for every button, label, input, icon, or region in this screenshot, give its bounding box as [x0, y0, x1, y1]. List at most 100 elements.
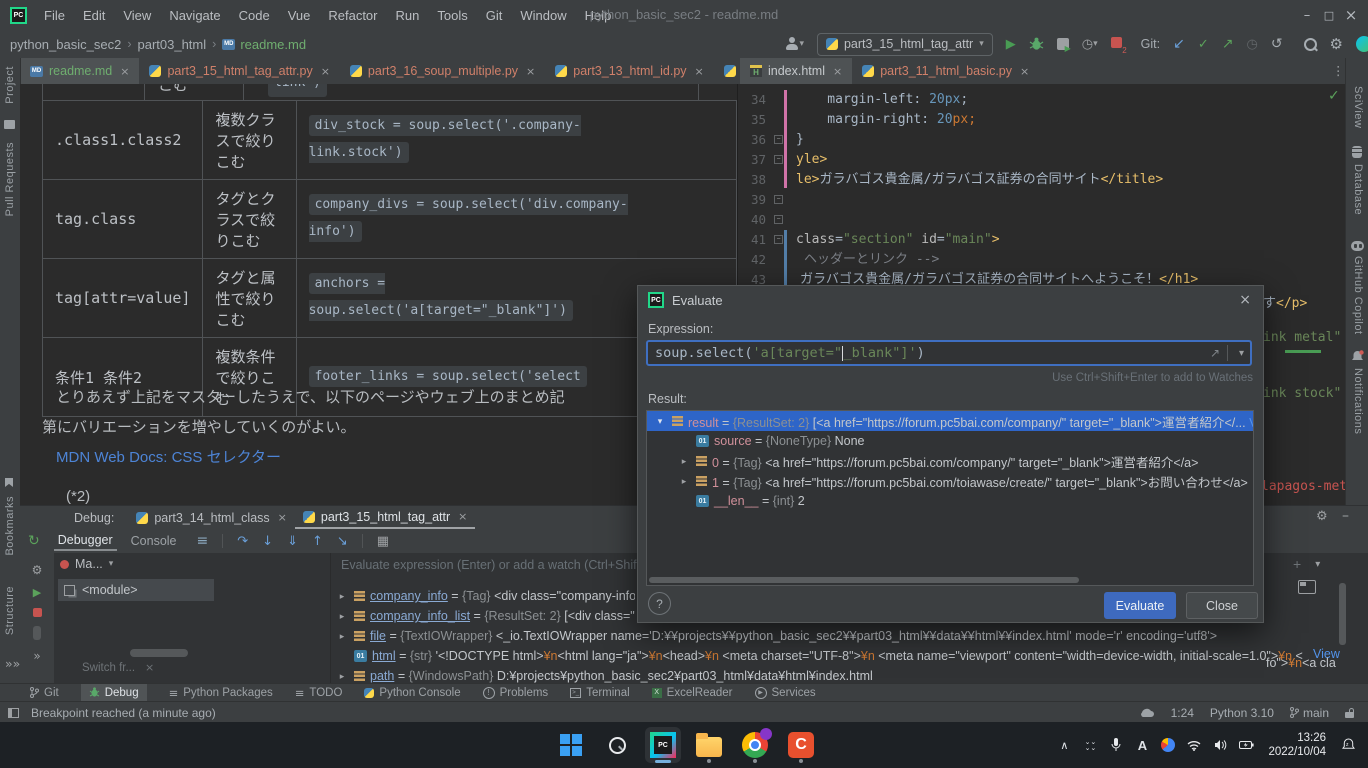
tab-part3-16[interactable]: part3_16_soup_multiple.py: [340, 58, 545, 84]
panel-hide-icon[interactable]: [1342, 508, 1349, 524]
result-row[interactable]: 01 __len__ = {int} 2: [647, 491, 1253, 511]
close-icon[interactable]: [145, 661, 154, 674]
evaluate-expression-icon[interactable]: [377, 534, 389, 549]
breadcrumb-file[interactable]: readme.md: [240, 37, 306, 52]
search-icon[interactable]: [1304, 38, 1317, 51]
bookmark-flag-icon[interactable]: [5, 478, 13, 487]
battery-icon[interactable]: [1234, 730, 1258, 760]
expand-icon[interactable]: ▸: [335, 611, 349, 622]
tab-part3-13[interactable]: part3_13_html_id.py: [545, 58, 714, 84]
run-to-cursor-icon[interactable]: [337, 534, 348, 549]
git-push-icon[interactable]: [1222, 36, 1234, 52]
gear-icon[interactable]: [1330, 35, 1343, 53]
fold-icon[interactable]: −: [774, 235, 783, 244]
git-commit-icon[interactable]: [1198, 37, 1209, 52]
close-icon[interactable]: [321, 65, 330, 78]
fold-icon[interactable]: −: [774, 195, 783, 204]
close-icon[interactable]: [458, 510, 467, 523]
run-config-selector[interactable]: part3_15_html_tag_attr: [817, 33, 993, 56]
close-icon[interactable]: [1239, 292, 1251, 308]
taskbar-clipstudio[interactable]: C: [782, 726, 820, 764]
evaluate-button[interactable]: Evaluate: [1104, 592, 1176, 619]
step-over-icon[interactable]: [237, 534, 248, 549]
expand-icon[interactable]: ▸: [335, 591, 349, 602]
menu-item[interactable]: Help: [576, 8, 621, 23]
taskbar-explorer[interactable]: [690, 726, 728, 764]
more-tool-windows-icon[interactable]: »: [5, 656, 20, 671]
menu-item[interactable]: Refactor: [319, 8, 386, 23]
expression-input[interactable]: soup.select('a[target="_blank"]'): [646, 340, 1252, 366]
force-step-into-icon[interactable]: [287, 534, 298, 549]
tab-console[interactable]: Console: [131, 534, 177, 548]
close-button[interactable]: Close: [1186, 592, 1258, 619]
rerun-icon[interactable]: [28, 533, 40, 549]
toolwin-services[interactable]: ▶Services: [755, 684, 816, 702]
switch-frames-hint[interactable]: Switch fr...: [82, 661, 154, 674]
caret-position[interactable]: 1:24: [1171, 706, 1194, 720]
status-message[interactable]: Breakpoint reached (a minute ago): [31, 706, 216, 720]
menu-item[interactable]: Run: [387, 8, 429, 23]
expand-icon[interactable]: ▸: [677, 476, 691, 487]
threads-view-icon[interactable]: [197, 533, 209, 549]
debug-bug-icon[interactable]: [1029, 37, 1044, 51]
toolwin-python-packages[interactable]: Python Packages: [169, 684, 273, 702]
account-icon[interactable]: [1156, 730, 1180, 760]
tab-options-icon[interactable]: [1332, 63, 1345, 78]
notification-bell-icon[interactable]: [1351, 350, 1364, 363]
panel-settings-icon[interactable]: [1316, 509, 1328, 524]
close-button[interactable]: [1340, 6, 1362, 24]
more-icon[interactable]: [33, 649, 40, 663]
chevron-down-icon[interactable]: [1315, 559, 1320, 570]
result-row[interactable]: 01 source = {NoneType} None: [647, 431, 1253, 451]
tab-debugger[interactable]: Debugger: [54, 531, 117, 551]
variable-row[interactable]: ▸company_info_list = {ResultSet: 2} [<di…: [335, 606, 635, 626]
expand-icon[interactable]: ▾: [653, 416, 667, 427]
scrollbar-thumb[interactable]: [33, 626, 41, 640]
breadcrumb-folder[interactable]: part03_html: [137, 37, 206, 52]
evaluate-dialog[interactable]: PC Evaluate Expression: soup.select('a[t…: [637, 285, 1264, 623]
cloud-sync-icon[interactable]: [1139, 707, 1155, 718]
close-icon[interactable]: [1020, 65, 1029, 78]
stop-icon[interactable]: [33, 608, 42, 617]
volume-icon[interactable]: [1208, 730, 1232, 760]
scrollbar-thumb[interactable]: [1339, 583, 1346, 645]
menu-item[interactable]: Vue: [279, 8, 320, 23]
variable-row[interactable]: ▸file = {TextIOWrapper} <_io.TextIOWrapp…: [335, 626, 1335, 646]
wifi-icon[interactable]: [1182, 730, 1206, 760]
debug-settings-icon[interactable]: [32, 563, 43, 577]
menu-item[interactable]: Git: [477, 8, 512, 23]
menu-item[interactable]: Window: [511, 8, 575, 23]
tab-part3-15[interactable]: part3_15_html_tag_attr.py: [139, 58, 339, 84]
tab-part3-11[interactable]: part3_11_html_basic.py: [852, 58, 1039, 84]
result-row[interactable]: ▸ 0 = {Tag} <a href="https://forum.pc5ba…: [647, 451, 1253, 471]
lock-icon[interactable]: [1345, 708, 1354, 718]
markdown-preview-pane[interactable]: こむ link') .class1.class2 複数クラスで絞りこむ div_…: [20, 84, 737, 505]
minimize-button[interactable]: [1296, 8, 1318, 23]
stripe-structure[interactable]: Structure: [4, 586, 16, 635]
history-dropdown-icon[interactable]: [1239, 348, 1244, 359]
inspections-ok-icon[interactable]: [1328, 88, 1340, 104]
git-branch-widget[interactable]: main: [1290, 706, 1329, 720]
variable-row[interactable]: 01html = {str} '<!DOCTYPE html>¥n<html l…: [335, 646, 1303, 666]
menu-item[interactable]: Navigate: [160, 8, 229, 23]
close-icon[interactable]: [278, 511, 287, 524]
tab-readme-md[interactable]: MDreadme.md: [20, 58, 139, 84]
menu-item[interactable]: Tools: [428, 8, 476, 23]
user-menu[interactable]: [785, 37, 804, 51]
notification-bell-icon[interactable]: z: [1336, 730, 1360, 760]
horizontal-scrollbar[interactable]: [649, 577, 1079, 583]
rollback-icon[interactable]: [1271, 36, 1283, 52]
stripe-sciview[interactable]: SciView: [1352, 86, 1364, 128]
stripe-database[interactable]: Database: [1352, 164, 1364, 215]
add-watch-icon[interactable]: +: [1293, 556, 1301, 572]
menu-item[interactable]: Code: [230, 8, 279, 23]
stop-button[interactable]: 2: [1111, 37, 1122, 51]
taskbar-chrome[interactable]: [736, 726, 774, 764]
database-icon[interactable]: [1352, 146, 1362, 158]
tray-clock[interactable]: 13:26 2022/10/04: [1268, 731, 1326, 759]
close-icon[interactable]: [833, 65, 842, 78]
profiler-button[interactable]: [1082, 37, 1098, 52]
close-icon[interactable]: [526, 65, 535, 78]
fold-icon[interactable]: −: [774, 155, 783, 164]
close-icon[interactable]: [120, 65, 129, 78]
